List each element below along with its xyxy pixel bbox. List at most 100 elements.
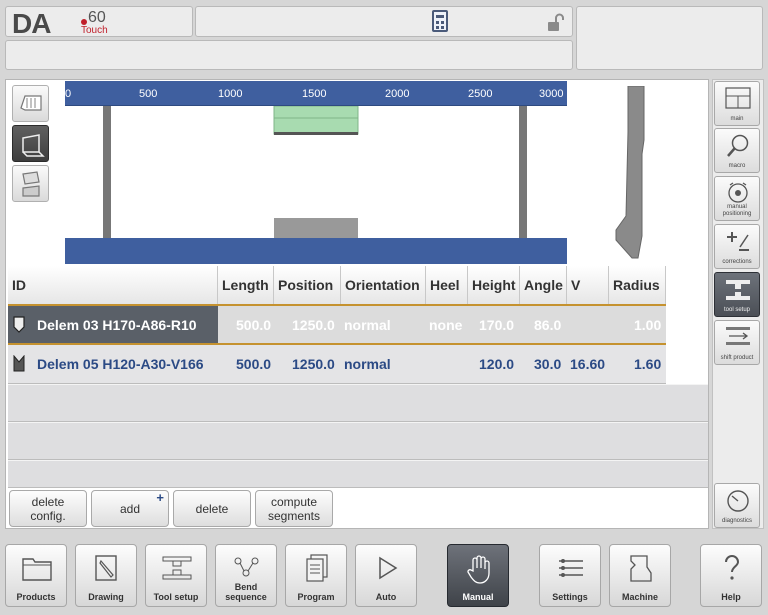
cell-radius: 1.00 (634, 317, 662, 333)
brand-logo: DA 60 Touch (5, 6, 193, 39)
empty-row (8, 422, 708, 460)
column-header[interactable]: Position (274, 266, 341, 304)
compute-segments-label: compute segments (267, 494, 321, 523)
column-header[interactable]: Heel (426, 266, 468, 304)
nav-products-button[interactable]: Products (5, 544, 67, 607)
cell-heel: none (429, 317, 463, 333)
die-segment (274, 218, 358, 238)
ruler-tick: 2500 (468, 88, 493, 100)
nav-machine-label: Machine (621, 592, 658, 602)
cell-length: 500.0 (236, 356, 272, 372)
cell-id: Delem 05 H120-A30-V166 (37, 356, 204, 372)
position-ruler: 0 500 1000 1500 2000 2500 3000 (65, 81, 567, 106)
settings-list-icon (559, 559, 583, 577)
manual-positioning-button[interactable]: manual positioning (714, 176, 760, 221)
diagnostics-button[interactable]: diagnostics (714, 483, 760, 528)
gauge-icon (727, 490, 749, 512)
column-header[interactable]: Height (468, 266, 520, 304)
column-header[interactable]: Orientation (341, 266, 426, 304)
column-header[interactable]: Radius (609, 266, 666, 304)
shift-product-icon (726, 327, 750, 345)
delete-button[interactable]: delete (173, 490, 251, 527)
nav-help-label: Help (721, 592, 741, 602)
ruler-tick: 2000 (385, 88, 410, 100)
nav-manual-label: Manual (462, 592, 494, 602)
nav-machine-button[interactable]: Machine (609, 544, 671, 607)
table-row[interactable]: Delem 03 H170-A86-R10 500.0 1250.0 norma… (8, 306, 666, 345)
help-icon (725, 555, 740, 580)
right-frame (519, 106, 527, 238)
machine-icon (630, 555, 652, 582)
hand-icon (467, 555, 490, 584)
logo-edition: Touch (81, 25, 108, 36)
table-row[interactable]: Delem 05 H120-A30-V166 500.0 1250.0 norm… (8, 345, 666, 384)
side-view-icon (22, 171, 40, 197)
add-button[interactable]: add + (91, 490, 169, 527)
corrections-button[interactable]: corrections (714, 224, 760, 269)
tool-setup-icon (726, 280, 750, 300)
nav-bend-sequence-label: Bend sequence (225, 582, 267, 602)
nav-bend-sequence-button[interactable]: Bend sequence (215, 544, 277, 607)
manual-positioning-label: manual positioning (722, 204, 752, 217)
bend-sequence-icon (234, 557, 259, 577)
cell-angle: 30.0 (534, 356, 562, 372)
delete-config-label: delete config. (30, 494, 66, 523)
punch-segment (273, 106, 359, 135)
cell-position: 1250.0 (292, 317, 335, 333)
corrections-label: corrections (722, 259, 752, 265)
column-header[interactable]: Length (218, 266, 274, 304)
shift-product-label: shift product (720, 355, 754, 361)
nav-program-label: Program (297, 592, 335, 602)
nav-tool-setup-button[interactable]: Tool setup (145, 544, 207, 607)
nav-settings-button[interactable]: Settings (539, 544, 601, 607)
macro-label: macro (728, 163, 746, 169)
tool-setup-side-label: tool setup (723, 307, 751, 313)
nav-auto-button[interactable]: Auto (355, 544, 417, 607)
drawing-icon (95, 555, 117, 581)
plus-minus-icon (727, 232, 749, 251)
main-view-icon (725, 87, 751, 109)
side-view-button[interactable] (12, 165, 49, 202)
cell-height: 120.0 (479, 356, 515, 372)
nav-program-button[interactable]: Program (285, 544, 347, 607)
shift-product-button[interactable]: shift product (714, 320, 760, 365)
column-header[interactable]: V (567, 266, 609, 304)
unlock-icon[interactable] (545, 13, 565, 33)
nav-products-label: Products (16, 592, 56, 602)
front-view-button[interactable] (12, 85, 49, 122)
tool-setup-icon (162, 556, 192, 580)
3d-view-icon (22, 134, 45, 157)
tool-setup-side-button[interactable]: tool setup (714, 272, 760, 317)
nav-help-button[interactable]: Help (700, 544, 762, 607)
column-header[interactable]: ID (8, 266, 218, 304)
ruler-tick: 3000 (539, 88, 564, 100)
3d-view-button[interactable] (12, 125, 49, 162)
nav-tool-setup-label: Tool setup (153, 592, 199, 602)
left-frame (103, 106, 111, 238)
macro-button[interactable]: macro (714, 128, 760, 173)
calculator-icon[interactable] (432, 10, 448, 32)
tool-profile (615, 86, 645, 259)
cell-height: 170.0 (479, 317, 515, 333)
cell-orientation: normal (344, 356, 391, 372)
nav-auto-label: Auto (375, 592, 397, 602)
nav-settings-label: Settings (552, 592, 588, 602)
program-icon (306, 554, 328, 582)
ruler-tick: 1500 (302, 88, 327, 100)
nav-manual-button[interactable]: Manual (447, 544, 509, 607)
message-bar (5, 40, 573, 70)
cell-angle: 86.0 (534, 317, 562, 333)
cell-orientation: normal (344, 317, 391, 333)
folder-icon (22, 558, 52, 581)
diagnostics-label: diagnostics (721, 518, 753, 524)
column-header[interactable]: Angle (520, 266, 567, 304)
logo-brand: DA (12, 8, 51, 39)
machine-drawing (65, 106, 567, 264)
cell-id: Delem 03 H170-A86-R10 (37, 317, 197, 333)
nav-drawing-button[interactable]: Drawing (75, 544, 137, 607)
main-button[interactable]: main (714, 81, 760, 126)
compute-segments-button[interactable]: compute segments (255, 490, 333, 527)
ruler-tick: 1000 (218, 88, 243, 100)
ruler-tick: 500 (139, 88, 158, 100)
delete-config-button[interactable]: delete config. (9, 490, 87, 527)
